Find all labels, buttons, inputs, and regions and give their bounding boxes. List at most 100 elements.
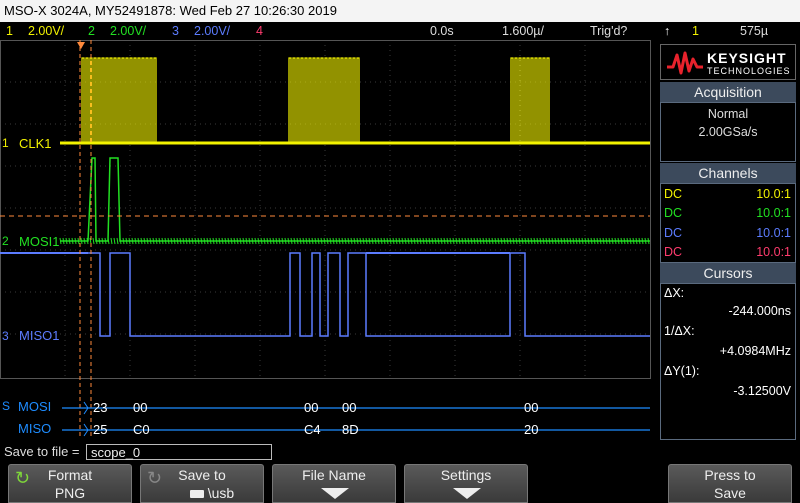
ch1-scale[interactable]: 2.00V/: [28, 22, 64, 40]
ch3-number[interactable]: 3: [172, 22, 179, 40]
mosi-noise: [113, 237, 116, 245]
mosi-noise: [518, 237, 521, 245]
mosi-noise: [335, 237, 338, 245]
mosi-noise: [266, 237, 269, 245]
mosi-noise: [422, 237, 425, 245]
mosi-noise: [200, 237, 203, 245]
mosi-noise: [350, 237, 353, 245]
mosi-noise: [116, 237, 119, 245]
ch3-coupling: DC: [664, 226, 683, 240]
ch1-ground-icon: 1: [2, 136, 9, 150]
serial-decode-icon: S: [2, 399, 10, 413]
mosi-noise: [110, 237, 113, 245]
acquisition-header[interactable]: Acquisition: [660, 82, 796, 102]
mosi-noise: [569, 237, 572, 245]
miso-byte: 20: [524, 422, 539, 437]
mosi-noise: [218, 237, 221, 245]
file-name-softkey[interactable]: File Name: [272, 464, 396, 503]
mosi-noise: [314, 237, 317, 245]
sample-rate: 2.00GSa/s: [698, 125, 758, 139]
mosi-noise: [95, 237, 98, 245]
mosi-noise: [323, 237, 326, 245]
mosi-noise: [104, 237, 107, 245]
mosi-noise: [230, 237, 233, 245]
channels-header[interactable]: Channels: [660, 163, 796, 183]
mosi-noise: [473, 237, 476, 245]
acquisition-mode: Normal: [707, 107, 749, 121]
mosi-noise: [524, 237, 527, 245]
mosi-noise: [182, 237, 185, 245]
softkey-bar: ↻ Format PNG ↻ Save to \usb File Name Se…: [0, 462, 800, 503]
mosi-byte: 00: [342, 400, 357, 415]
mosi-noise: [530, 237, 533, 245]
ch2-coupling: DC: [664, 206, 683, 220]
trigger-level[interactable]: 575µ: [740, 22, 768, 40]
mosi-noise: [587, 237, 590, 245]
mosi-noise: [206, 237, 209, 245]
ch3-scale[interactable]: 2.00V/: [194, 22, 230, 40]
format-label: Format: [47, 467, 93, 483]
timebase-value[interactable]: 1.600µ/: [502, 22, 544, 40]
mosi-noise: [437, 237, 440, 245]
mosi-noise: [506, 237, 509, 245]
mosi-noise: [431, 237, 434, 245]
submenu-arrow-icon: [453, 488, 481, 499]
mosi-noise: [62, 237, 65, 245]
trigger-source[interactable]: 1: [692, 22, 699, 40]
ch2-ground-icon: 2: [2, 234, 9, 248]
mosi-noise: [608, 237, 611, 245]
mosi-noise: [509, 237, 512, 245]
mosi-noise: [407, 237, 410, 245]
file-name-field[interactable]: scope_0: [86, 444, 272, 460]
mosi-noise: [158, 237, 161, 245]
submenu-arrow-icon: [321, 488, 349, 499]
delta-x-label: ΔX:: [664, 286, 685, 300]
miso-byte: 25: [93, 422, 108, 437]
press-to-label: Press to: [704, 467, 756, 483]
mosi-noise: [329, 237, 332, 245]
mosi-noise: [377, 237, 380, 245]
delay-value[interactable]: 0.0s: [430, 22, 454, 40]
mosi-noise: [143, 237, 146, 245]
mosi-noise: [317, 237, 320, 245]
mosi-noise: [296, 237, 299, 245]
ch4-coupling: DC: [664, 245, 683, 259]
mosi-noise: [566, 237, 569, 245]
brand-subtitle: TECHNOLOGIES: [707, 66, 791, 76]
mosi-noise: [152, 237, 155, 245]
mosi-noise: [557, 237, 560, 245]
ch2-scale[interactable]: 2.00V/: [110, 22, 146, 40]
settings-softkey[interactable]: Settings: [404, 464, 528, 503]
side-panel: KEYSIGHT TECHNOLOGIES Acquisition Normal…: [660, 40, 800, 440]
inverse-delta-x-label: 1/ΔX:: [664, 324, 695, 338]
mosi-noise: [233, 237, 236, 245]
delta-y-label: ΔY(1):: [664, 364, 700, 378]
mosi-noise: [353, 237, 356, 245]
inverse-delta-x-value: +4.0984MHz: [719, 344, 791, 358]
mosi-trace-label: MOSI1: [19, 234, 60, 249]
ch1-coupling: DC: [664, 187, 683, 201]
mosi-noise: [347, 237, 350, 245]
status-bar: 1 2.00V/ 2 2.00V/ 3 2.00V/ 4 0.0s 1.600µ…: [0, 22, 800, 40]
mosi-noise: [497, 237, 500, 245]
mosi-noise: [479, 237, 482, 245]
mosi-noise: [476, 237, 479, 245]
ch4-number[interactable]: 4: [256, 22, 263, 40]
mosi-noise: [581, 237, 584, 245]
cursors-box: ΔX: -244.000ns 1/ΔX: +4.0984MHz ΔY(1): -…: [660, 283, 796, 440]
mosi-noise: [596, 237, 599, 245]
mosi-noise: [74, 237, 77, 245]
mosi-noise: [470, 237, 473, 245]
mosi-noise: [485, 237, 488, 245]
mosi-noise: [416, 237, 419, 245]
waveform-display[interactable]: 123S CLK1 MOSI1 MISO1 MOSI MISO 23 00 00…: [0, 40, 657, 438]
format-softkey[interactable]: ↻ Format PNG: [8, 464, 132, 503]
save-to-softkey[interactable]: ↻ Save to \usb: [140, 464, 264, 503]
mosi-noise: [257, 237, 260, 245]
ch2-number[interactable]: 2: [88, 22, 95, 40]
cursors-header[interactable]: Cursors: [660, 263, 796, 283]
mosi-noise: [176, 237, 179, 245]
press-to-save-softkey[interactable]: Press to Save: [668, 464, 792, 503]
ch1-number[interactable]: 1: [6, 22, 13, 40]
mosi-noise: [173, 237, 176, 245]
